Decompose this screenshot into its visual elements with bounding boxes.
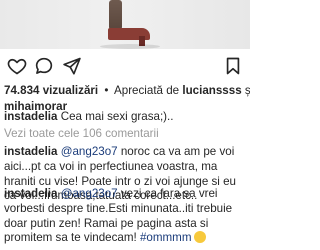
- view-all-comments-link[interactable]: Vezi toate cele 106 comentarii: [4, 127, 159, 140]
- smiling-face-emoji-icon: [193, 231, 206, 244]
- liker-conjunction: și: [244, 84, 250, 97]
- separator-dot: •: [104, 84, 109, 97]
- comment-username[interactable]: instadelia: [4, 187, 57, 200]
- appreciation-prefix: Apreciată de: [114, 84, 180, 97]
- photo-shadow: [100, 44, 160, 49]
- bookmark-outline-icon: [226, 57, 240, 75]
- action-bar: [0, 52, 250, 82]
- liker-username[interactable]: lucianssss: [182, 84, 241, 97]
- comment-username[interactable]: instadelia: [4, 145, 57, 158]
- caption-username[interactable]: instadelia: [4, 110, 57, 123]
- engagement-summary: 74.834 vizualizări • Apreciată de lucian…: [0, 84, 250, 98]
- comment-mention[interactable]: @ang23o7: [61, 187, 118, 200]
- heart-outline-icon: [7, 58, 27, 75]
- post-photo[interactable]: [0, 0, 250, 49]
- post-screen: 74.834 vizualizări • Apreciată de lucian…: [0, 0, 250, 250]
- send-paper-plane-icon: [63, 57, 81, 75]
- share-button[interactable]: [61, 55, 83, 77]
- like-button[interactable]: [6, 55, 28, 77]
- views-count[interactable]: 74.834: [4, 84, 39, 97]
- views-label[interactable]: vizualizări: [43, 84, 98, 97]
- caption-text: Cea mai sexi grasa;)..: [60, 110, 174, 123]
- post-caption: instadelia Cea mai sexi grasa;)..: [4, 110, 248, 124]
- comment-mention[interactable]: @ang23o7: [61, 145, 118, 158]
- comment-button[interactable]: [33, 55, 55, 77]
- comment-item: instadelia @ang23o7 vezi ca fara sa vrei…: [4, 187, 248, 246]
- save-button[interactable]: [222, 55, 244, 77]
- photo-leg: [109, 0, 122, 30]
- comment-bubble-icon: [35, 57, 53, 74]
- comment-hashtag[interactable]: #ommmm: [140, 231, 192, 244]
